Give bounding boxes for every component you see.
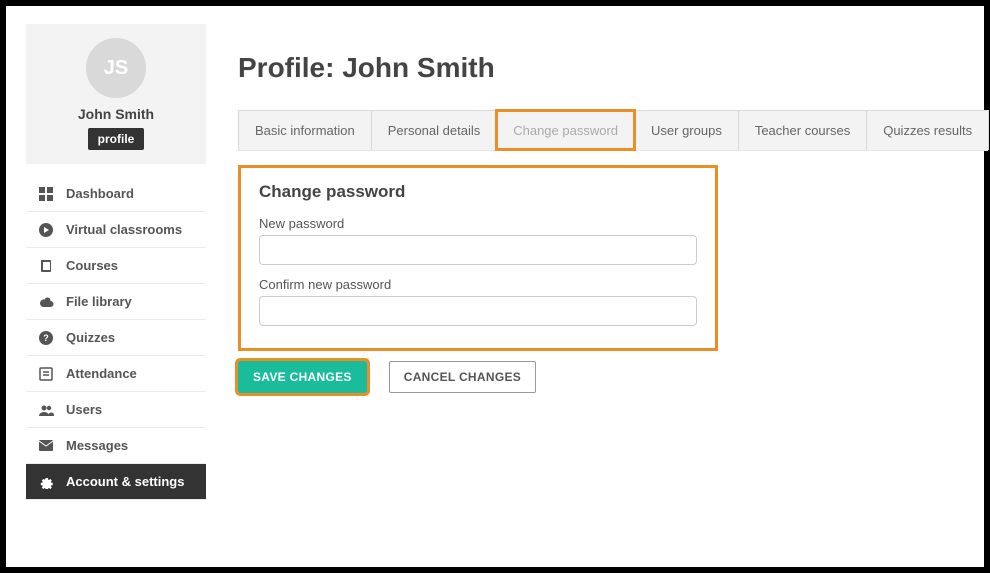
- sidebar-nav: Dashboard Virtual classrooms Courses Fil…: [26, 176, 206, 500]
- new-password-label: New password: [259, 216, 697, 231]
- cloud-icon: [38, 296, 54, 307]
- sidebar-item-file-library[interactable]: File library: [26, 284, 206, 320]
- app-frame: JS John Smith profile Dashboard Virtual …: [0, 0, 990, 573]
- cancel-button[interactable]: CANCEL CHANGES: [389, 361, 536, 393]
- sidebar-item-account-settings[interactable]: Account & settings: [26, 464, 206, 500]
- profile-card: JS John Smith profile: [26, 24, 206, 164]
- avatar: JS: [86, 38, 146, 98]
- tab-teacher-courses[interactable]: Teacher courses: [738, 110, 867, 150]
- users-icon: [38, 404, 54, 416]
- svg-text:?: ?: [43, 333, 49, 343]
- tabs: Basic information Personal details Chang…: [238, 110, 988, 151]
- sidebar-item-label: Messages: [66, 438, 128, 453]
- list-icon: [38, 367, 54, 381]
- sidebar-item-messages[interactable]: Messages: [26, 428, 206, 464]
- sidebar-item-label: Dashboard: [66, 186, 134, 201]
- sidebar-item-label: Courses: [66, 258, 118, 273]
- sidebar-item-courses[interactable]: Courses: [26, 248, 206, 284]
- sidebar-item-virtual-classrooms[interactable]: Virtual classrooms: [26, 212, 206, 248]
- profile-badge[interactable]: profile: [88, 128, 145, 150]
- sidebar-item-label: Account & settings: [66, 474, 184, 489]
- sidebar-item-label: File library: [66, 294, 132, 309]
- tab-basic-information[interactable]: Basic information: [238, 110, 372, 150]
- profile-name: John Smith: [34, 106, 198, 122]
- book-icon: [38, 259, 54, 273]
- sidebar-item-users[interactable]: Users: [26, 392, 206, 428]
- save-button[interactable]: SAVE CHANGES: [238, 361, 367, 393]
- tab-personal-details[interactable]: Personal details: [371, 110, 498, 150]
- panel-heading: Change password: [259, 182, 697, 202]
- form-actions: SAVE CHANGES CANCEL CHANGES: [238, 361, 988, 393]
- main-content: Profile: John Smith Basic information Pe…: [238, 24, 988, 557]
- confirm-password-label: Confirm new password: [259, 277, 697, 292]
- sidebar-item-label: Users: [66, 402, 102, 417]
- sidebar-item-label: Virtual classrooms: [66, 222, 182, 237]
- play-circle-icon: [38, 223, 54, 237]
- sidebar-item-label: Attendance: [66, 366, 137, 381]
- change-password-panel: Change password New password Confirm new…: [238, 165, 718, 351]
- confirm-password-input[interactable]: [259, 296, 697, 326]
- tab-quizzes-results[interactable]: Quizzes results: [866, 110, 989, 150]
- avatar-initials: JS: [104, 57, 128, 80]
- new-password-input[interactable]: [259, 235, 697, 265]
- question-circle-icon: ?: [38, 331, 54, 345]
- sidebar-item-attendance[interactable]: Attendance: [26, 356, 206, 392]
- sidebar: JS John Smith profile Dashboard Virtual …: [26, 24, 206, 557]
- sidebar-item-label: Quizzes: [66, 330, 115, 345]
- dashboard-icon: [38, 187, 54, 201]
- tab-change-password[interactable]: Change password: [496, 110, 635, 150]
- tab-user-groups[interactable]: User groups: [634, 110, 739, 150]
- sidebar-item-dashboard[interactable]: Dashboard: [26, 176, 206, 212]
- envelope-icon: [38, 440, 54, 451]
- sidebar-item-quizzes[interactable]: ? Quizzes: [26, 320, 206, 356]
- gear-icon: [38, 475, 54, 489]
- page-title: Profile: John Smith: [238, 52, 988, 84]
